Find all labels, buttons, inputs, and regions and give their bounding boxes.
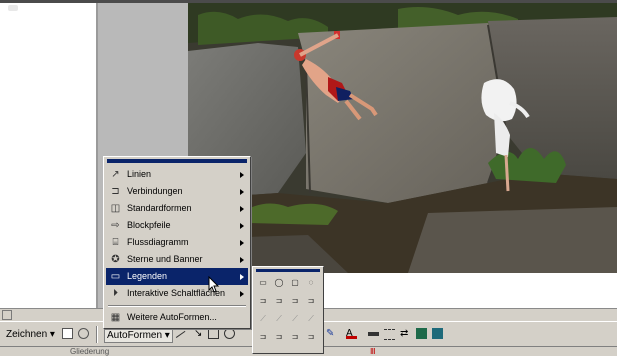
menu-item-action-buttons[interactable]: ⏵ Interaktive Schaltflächen	[106, 285, 248, 302]
submenu-arrow-icon	[240, 206, 244, 212]
flowchart-icon: ⌸	[112, 237, 119, 248]
draw-menu-button[interactable]: Zeichnen ▾	[4, 326, 57, 343]
rectangle-tool-icon[interactable]	[208, 328, 219, 339]
free-rotate-icon[interactable]	[78, 328, 89, 339]
dash-style-icon[interactable]	[384, 329, 395, 340]
lines-icon: ↗	[111, 169, 120, 180]
submenu-arrow-icon	[240, 257, 244, 263]
menu-item-block-arrows[interactable]: ⇨ Blockpfeile	[106, 217, 248, 234]
line-tool-icon[interactable]	[175, 330, 192, 347]
callout-shape-button[interactable]: ⟋	[256, 312, 270, 326]
arrow-tool-icon[interactable]: ↘	[194, 328, 205, 339]
callout-shape-button[interactable]: ◯	[272, 276, 286, 290]
connectors-icon: ⊐	[111, 186, 120, 197]
scroll-left-arrow-icon[interactable]	[2, 310, 12, 320]
menu-item-connectors[interactable]: ⊐ Verbindungen	[106, 183, 248, 200]
shadow-icon[interactable]	[416, 328, 427, 339]
callout-shape-button[interactable]: ▢	[288, 276, 302, 290]
callout-shape-button[interactable]: ⊐	[256, 330, 270, 344]
menu-item-stars-banners[interactable]: ✪ Sterne und Banner	[106, 251, 248, 268]
callout-shape-button[interactable]: ⊐	[272, 294, 286, 308]
callout-shape-button[interactable]: ⟋	[288, 312, 302, 326]
status-view-label: Gliederung	[70, 347, 110, 356]
slide-photo	[188, 3, 617, 273]
select-objects-icon[interactable]	[62, 328, 73, 339]
outline-pane[interactable]	[0, 3, 96, 308]
font-color-icon[interactable]: A	[346, 328, 357, 339]
callout-shape-button[interactable]: ⟋	[272, 312, 286, 326]
line-style-icon[interactable]	[368, 332, 379, 336]
block-arrows-icon: ⇨	[111, 220, 120, 231]
submenu-arrow-icon	[240, 240, 244, 246]
callout-shape-button[interactable]: ⊐	[256, 294, 270, 308]
submenu-title-grip[interactable]	[256, 269, 320, 272]
submenu-arrow-icon	[240, 291, 244, 297]
oval-tool-icon[interactable]	[224, 328, 235, 339]
callout-shape-button[interactable]: ⊐	[288, 294, 302, 308]
submenu-arrow-icon	[240, 274, 244, 280]
toolbar-separator	[96, 326, 98, 343]
callouts-icon: ▭	[110, 271, 121, 282]
callout-shape-button[interactable]: ⊐	[272, 330, 286, 344]
powerpoint-window: Zeichnen ▾ AutoFormen ▾ ↘ ✎ A ⇄ Gliederu…	[0, 0, 617, 356]
basic-shapes-icon: ◫	[110, 203, 121, 214]
callout-shape-button[interactable]: ⊐	[304, 294, 318, 308]
arrow-style-icon[interactable]: ⇄	[400, 328, 411, 339]
menu-item-lines[interactable]: ↗ Linien	[106, 166, 248, 183]
callout-shape-button[interactable]: ⊐	[288, 330, 302, 344]
draw-menu-label: Zeichnen	[6, 329, 48, 340]
menu-item-callouts[interactable]: ▭ Legenden	[106, 268, 248, 285]
line-color-icon[interactable]: ✎	[326, 328, 337, 339]
slide-canvas[interactable]	[188, 3, 617, 273]
mouse-pointer-icon	[208, 276, 220, 293]
action-buttons-icon: ⏵	[113, 288, 118, 299]
callout-shape-button[interactable]: ⟋	[304, 312, 318, 326]
callout-shape-button[interactable]: ▭	[256, 276, 270, 290]
menu-item-basic-shapes[interactable]: ◫ Standardformen	[106, 200, 248, 217]
submenu-arrow-icon	[240, 223, 244, 229]
more-autoshapes-icon: ▦	[110, 312, 121, 323]
stars-banners-icon: ✪	[111, 254, 120, 265]
submenu-arrow-icon	[240, 189, 244, 195]
autoshapes-menu: ↗ Linien ⊐ Verbindungen ◫ Standardformen…	[103, 156, 251, 329]
autoshapes-label: AutoFormen	[107, 330, 163, 341]
menu-title-grip[interactable]	[107, 159, 247, 163]
3d-icon[interactable]	[432, 328, 443, 339]
menu-separator	[108, 305, 246, 307]
outline-marker	[8, 5, 18, 11]
menu-item-more-autoshapes[interactable]: ▦ Weitere AutoFormen...	[106, 309, 248, 326]
callout-shape-button[interactable]: ◌	[304, 276, 318, 290]
menu-item-flowchart[interactable]: ⌸ Flussdiagramm	[106, 234, 248, 251]
status-indicator-icon: Ⅲ	[370, 347, 376, 356]
submenu-arrow-icon	[240, 172, 244, 178]
callouts-submenu: ▭ ◯ ▢ ◌ ⊐ ⊐ ⊐ ⊐ ⟋ ⟋ ⟋ ⟋ ⊐ ⊐ ⊐ ⊐	[252, 266, 324, 354]
callout-shape-button[interactable]: ⊐	[304, 330, 318, 344]
